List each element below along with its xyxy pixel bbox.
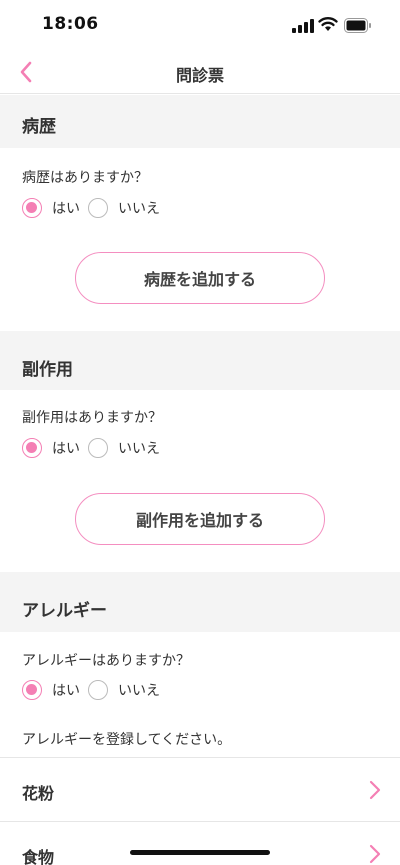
- question-medical-history: 病歴はありますか？: [22, 170, 148, 186]
- radio-no-label: いいえ: [118, 683, 160, 699]
- radio-yes[interactable]: [22, 198, 42, 218]
- question-allergy: アレルギーはありますか？: [22, 653, 190, 669]
- list-item-label: 花粉: [22, 784, 55, 803]
- radio-yes-label: はい: [52, 441, 80, 457]
- section-header-medical-history: 病歴: [0, 95, 400, 148]
- add-medical-history-button[interactable]: 病歴を追加する: [75, 252, 325, 304]
- navigation-bar: 問診票: [0, 50, 400, 94]
- home-indicator: [130, 850, 270, 855]
- radio-yes-label: はい: [52, 683, 80, 699]
- section-title: 副作用: [22, 360, 73, 380]
- radio-no-label: いいえ: [118, 201, 160, 217]
- page-title: 問診票: [175, 66, 224, 85]
- cellular-signal-icon: [292, 19, 314, 33]
- radio-yes[interactable]: [22, 680, 42, 700]
- chevron-right-icon: [369, 780, 381, 800]
- radio-no[interactable]: [88, 438, 108, 458]
- section-header-side-effects: 副作用: [0, 331, 400, 390]
- list-item-pollen[interactable]: 花粉: [0, 757, 400, 821]
- allergy-note: アレルギーを登録してください。: [22, 732, 232, 748]
- section-title: 病歴: [22, 117, 56, 137]
- status-bar: 18:06: [0, 0, 400, 50]
- section-header-allergy: アレルギー: [0, 572, 400, 632]
- add-side-effect-button[interactable]: 副作用を追加する: [75, 493, 325, 545]
- radio-no[interactable]: [88, 198, 108, 218]
- radio-no[interactable]: [88, 680, 108, 700]
- radio-yes[interactable]: [22, 438, 42, 458]
- status-time: 18:06: [42, 14, 99, 34]
- radio-no-label: いいえ: [118, 441, 160, 457]
- question-side-effects: 副作用はありますか？: [22, 410, 162, 426]
- battery-icon: [344, 18, 371, 33]
- radio-yes-label: はい: [52, 201, 80, 217]
- radio-group-allergy: はい いいえ: [22, 678, 168, 702]
- list-item-food[interactable]: 食物: [0, 821, 400, 865]
- wifi-icon: [318, 17, 338, 31]
- section-title: アレルギー: [22, 601, 107, 621]
- list-item-label: 食物: [22, 848, 55, 865]
- chevron-right-icon: [369, 844, 381, 864]
- radio-group-side-effects: はい いいえ: [22, 436, 168, 460]
- radio-group-medical-history: はい いいえ: [22, 196, 168, 220]
